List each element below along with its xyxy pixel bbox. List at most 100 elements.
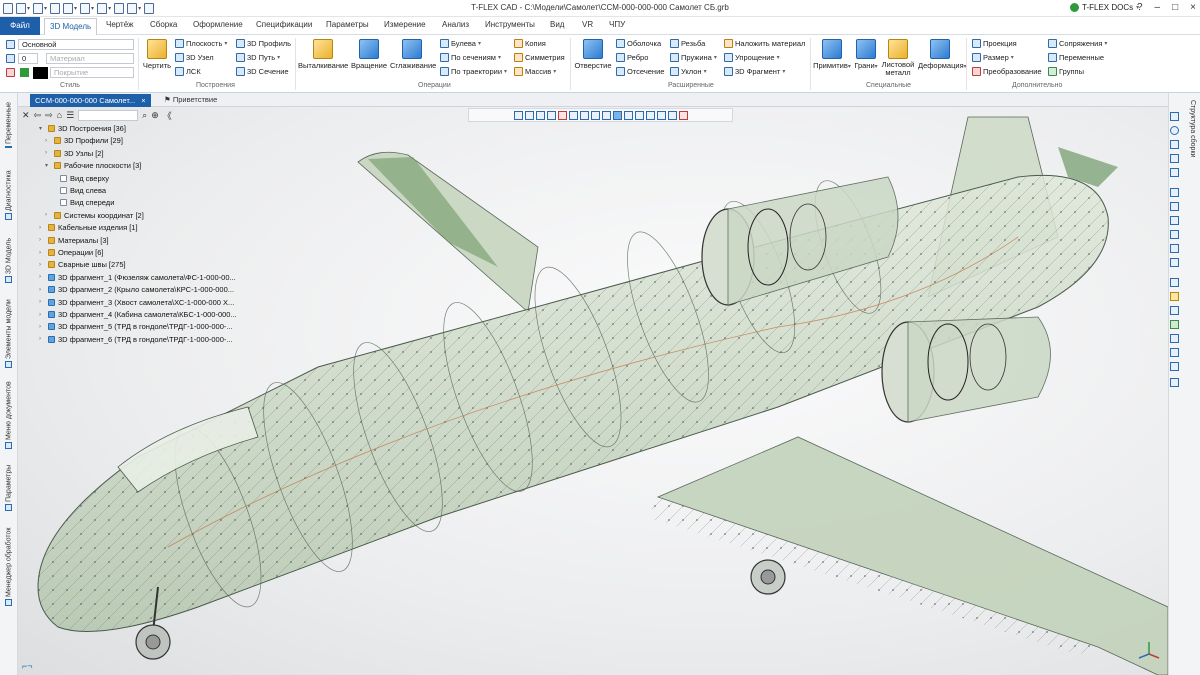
render-mode-icon[interactable] — [1170, 320, 1179, 329]
cut-button[interactable]: Отсечение — [616, 67, 664, 76]
document-tab-welcome[interactable]: ⚑ Приветствие — [164, 95, 217, 104]
expand-arrow-icon[interactable]: › — [45, 212, 51, 218]
by-trajectory-button[interactable]: По траектории ▾ — [440, 67, 507, 76]
close-tab-icon[interactable]: × — [141, 96, 145, 105]
forward-icon[interactable]: ⇨ — [45, 110, 53, 121]
tree-filter-select[interactable] — [78, 109, 139, 121]
view-front-icon[interactable] — [1170, 188, 1179, 197]
collapse-panel-icon[interactable]: 《 — [163, 109, 172, 122]
rotate-view-icon[interactable] — [1170, 126, 1179, 135]
vtab-variables[interactable]: Переменные — [2, 102, 16, 148]
edge-select-icon[interactable] — [612, 110, 622, 120]
tree-item[interactable]: Вид спереди — [51, 198, 114, 207]
loop-select-icon[interactable] — [634, 110, 644, 120]
tree-item[interactable]: › Материалы [3] — [39, 236, 109, 245]
view-right-icon[interactable] — [1170, 244, 1179, 253]
color-swatch[interactable] — [33, 67, 48, 79]
expand-arrow-icon[interactable]: ▾ — [39, 125, 45, 132]
expand-arrow-icon[interactable]: › — [39, 287, 45, 293]
tab-analysis[interactable]: Анализ — [442, 20, 469, 29]
explode-icon[interactable] — [1170, 348, 1179, 357]
3d-viewport[interactable] — [18, 107, 1168, 675]
maximize-button[interactable]: □ — [1172, 2, 1178, 13]
face-select-icon[interactable] — [601, 110, 611, 120]
rib-button[interactable]: Ребро — [616, 53, 648, 62]
color-icon[interactable] — [20, 68, 29, 77]
tree-item[interactable]: › 3D фрагмент_5 (ТРД в гондоле\ТРДГ-1-000… — [39, 322, 233, 331]
palette-icon[interactable] — [6, 68, 15, 77]
tab-file[interactable]: Файл — [0, 17, 40, 35]
tab-3d-model[interactable]: 3D Модель — [44, 18, 98, 35]
tree-item[interactable]: Вид сверху — [51, 174, 109, 183]
vtab-parameters[interactable]: Параметры — [2, 459, 16, 511]
home-icon[interactable]: ⌂ — [57, 110, 62, 120]
deselect-icon[interactable] — [557, 110, 567, 120]
symmetry-button[interactable]: Симметрия — [514, 53, 565, 62]
close-button[interactable]: × — [1190, 2, 1196, 13]
array-button[interactable]: Массив ▾ — [514, 67, 556, 76]
lsk-button[interactable]: ЛСК — [175, 67, 201, 76]
node-select-icon[interactable] — [667, 110, 677, 120]
tree-item[interactable]: Вид слева — [51, 186, 106, 195]
select-edges-icon[interactable] — [546, 110, 556, 120]
camera-icon[interactable] — [1170, 378, 1179, 387]
tab-tools[interactable]: Инструменты — [485, 20, 535, 29]
tab-measure[interactable]: Измерение — [384, 20, 426, 29]
thread-button[interactable]: Резьба — [670, 39, 705, 48]
tree-item[interactable]: › 3D фрагмент_4 (Кабина самолета\КБС-1-00… — [39, 310, 237, 319]
expand-arrow-icon[interactable]: › — [39, 262, 45, 268]
zoom-window-icon[interactable] — [1170, 168, 1179, 177]
tab-params[interactable]: Параметры — [326, 20, 369, 29]
list-icon[interactable]: ☰ — [66, 110, 74, 121]
simplify-button[interactable]: Упрощение ▾ — [724, 53, 780, 62]
vtab-diagnostics[interactable]: Диагностика — [2, 165, 16, 220]
tflex-docs-button[interactable]: T-FLEX DOCs ▾ — [1070, 3, 1139, 12]
groups-button[interactable]: Группы — [1048, 67, 1084, 76]
filter-faces-icon[interactable] — [535, 110, 545, 120]
vertex-select-icon[interactable] — [623, 110, 633, 120]
path-select-icon[interactable] — [656, 110, 666, 120]
expand-arrow-icon[interactable]: › — [39, 274, 45, 280]
section-view-icon[interactable] — [568, 110, 578, 120]
expand-arrow-icon[interactable]: › — [39, 336, 45, 342]
target-icon[interactable]: ⊕ — [151, 110, 159, 121]
tab-cnc[interactable]: ЧПУ — [609, 20, 625, 29]
hole-button[interactable]: Отверстие — [573, 39, 613, 70]
deform-button[interactable]: Деформация▾ — [918, 39, 967, 70]
sketch-button[interactable]: Чертить — [142, 39, 172, 70]
shaded-mode-icon[interactable] — [1170, 278, 1179, 287]
profile3d-button[interactable]: 3D Профиль — [236, 39, 291, 48]
section-mode-icon[interactable] — [1170, 334, 1179, 343]
filter-icon[interactable] — [513, 110, 523, 120]
vtab-document-menu[interactable]: Меню документов — [2, 377, 16, 449]
view-iso-icon[interactable] — [1170, 216, 1179, 225]
apply-material-button[interactable]: Наложить материал — [724, 39, 805, 48]
document-tab-active[interactable]: CCM-000-000-000 Самолет... × — [30, 94, 151, 107]
spring-button[interactable]: Пружина ▾ — [670, 53, 717, 62]
tab-assembly[interactable]: Сборка — [150, 20, 177, 29]
tree-item[interactable]: › Кабельные изделия [1] — [39, 223, 138, 232]
tree-item[interactable]: › 3D фрагмент_3 (Хвост самолета\ХС-1-000-… — [39, 298, 234, 307]
close-icon[interactable]: ✕ — [22, 110, 30, 121]
path3d-button[interactable]: 3D Путь ▾ — [236, 53, 280, 62]
view-left-icon[interactable] — [1170, 230, 1179, 239]
fragment-select-icon[interactable] — [678, 110, 688, 120]
surface-select[interactable]: Покрытие — [50, 67, 134, 78]
layer-select[interactable]: Основной — [18, 39, 134, 50]
filter-all-icon[interactable] — [524, 110, 534, 120]
expand-arrow-icon[interactable]: › — [39, 299, 45, 305]
tree-item[interactable]: › Сварные швы [275] — [39, 260, 126, 269]
by-sections-button[interactable]: По сечениям ▾ — [440, 53, 501, 62]
expand-arrow-icon[interactable]: › — [39, 312, 45, 318]
slope-button[interactable]: Уклон ▾ — [670, 67, 707, 76]
expand-arrow-icon[interactable]: › — [45, 150, 51, 156]
layer-number-field[interactable]: 0 — [18, 53, 38, 64]
faces-button[interactable]: Грани▾ — [853, 39, 879, 70]
smooth-button[interactable]: Сглаживание — [390, 39, 436, 70]
expand-arrow-icon[interactable]: › — [39, 250, 45, 256]
zoom-out-icon[interactable] — [1170, 154, 1179, 163]
sheet-metal-button[interactable]: Листовой металл — [880, 39, 916, 77]
view-top-icon[interactable] — [1170, 202, 1179, 211]
copy-button[interactable]: Копия — [514, 39, 546, 48]
variables-button[interactable]: Переменные — [1048, 53, 1104, 62]
